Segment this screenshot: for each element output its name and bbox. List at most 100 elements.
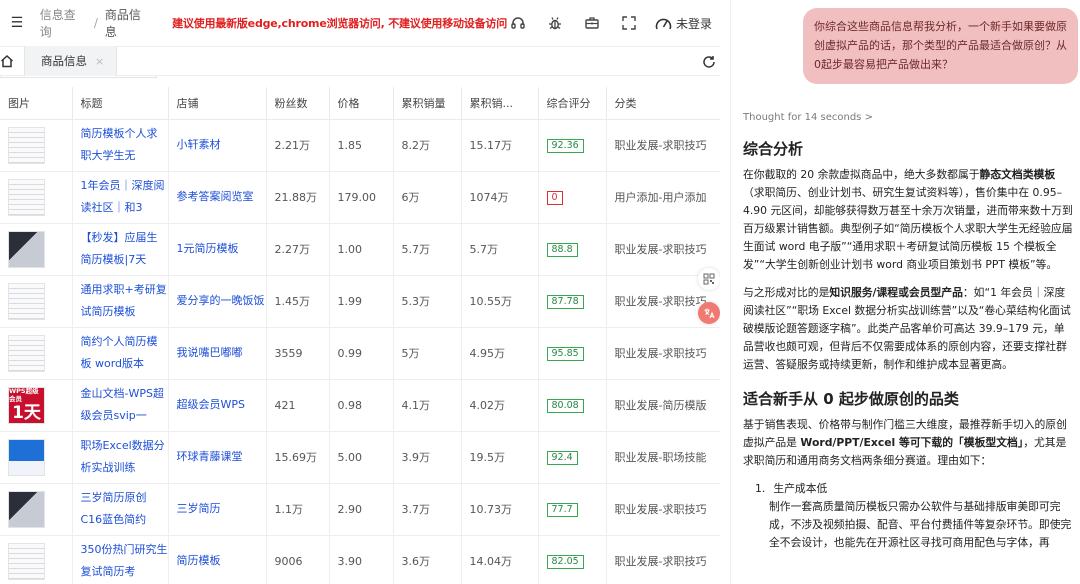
cell-category: 职业发展-求职技巧 <box>606 327 720 380</box>
cell-price: 3.90 <box>329 535 394 584</box>
menu-toggle-icon[interactable]: ☰ <box>8 15 26 31</box>
cell-title: 职场Excel数据分析实战训练 <box>72 431 169 484</box>
shop-link[interactable]: 简历模板 <box>177 550 266 572</box>
table-row[interactable]: WPS超级会员 1天 金山文档-WPS超级会员svip一 超级会员WPS 421 0.98… <box>0 379 720 432</box>
table-row[interactable]: 职场Excel数据分析实战训练 环球青藤课堂 15.69万 5.00 3.9万 19.5万… <box>0 431 720 484</box>
search-box-edge <box>0 76 157 78</box>
product-thumbnail[interactable]: WPS超级会员 1天 <box>8 386 45 424</box>
table-row[interactable]: 三岁简历原创C16蓝色简约 三岁简历 1.1万 2.90 3.7万 10.73万 77.7 职… <box>0 483 720 536</box>
cell-amount: 4.95万 <box>461 327 539 380</box>
cell-shop: 1元简历模板 <box>168 223 267 276</box>
shop-link[interactable]: 环球青藤课堂 <box>177 446 266 468</box>
cell-shop: 爱分享的一晚饭饭 <box>168 275 267 328</box>
shop-link[interactable]: 三岁简历 <box>177 498 266 520</box>
product-thumbnail[interactable] <box>8 490 45 528</box>
product-thumbnail[interactable] <box>8 334 45 372</box>
cell-amount: 19.5万 <box>461 431 539 484</box>
refresh-icon[interactable] <box>698 47 720 77</box>
breadcrumb-item-query[interactable]: 信息查询 <box>40 6 87 40</box>
product-title-link[interactable]: 通用求职+考研复试简历模板 <box>81 279 168 323</box>
cell-shop: 三岁简历 <box>168 483 267 536</box>
list-item-title: 生产成本低 <box>773 482 828 495</box>
shop-link[interactable]: 我说嘴巴嘟嘟 <box>177 342 266 364</box>
product-title-link[interactable]: 金山文档-WPS超级会员svip一 <box>81 383 168 427</box>
column-header[interactable]: 累积销... <box>461 87 539 120</box>
cell-sales: 5万 <box>393 327 462 380</box>
fullscreen-icon[interactable] <box>618 12 640 34</box>
shop-link[interactable]: 参考答案阅览室 <box>177 186 266 208</box>
cell-price: 1.00 <box>329 223 394 276</box>
briefcase-icon[interactable] <box>581 12 603 34</box>
tab-label: 商品信息 <box>41 54 87 68</box>
product-title-link[interactable]: 350份热门研究生复试简历考 <box>81 539 168 583</box>
cell-shop: 简历模板 <box>168 535 267 584</box>
column-header[interactable]: 标题 <box>72 87 169 120</box>
shop-link[interactable]: 超级会员WPS <box>177 394 266 416</box>
product-title-link[interactable]: 三岁简历原创C16蓝色简约 <box>81 487 168 531</box>
shop-link[interactable]: 小轩素材 <box>177 134 266 156</box>
column-header[interactable]: 店铺 <box>168 87 267 120</box>
home-icon[interactable] <box>0 46 18 76</box>
cell-price: 1.85 <box>329 119 394 172</box>
product-title-link[interactable]: 【秒发】应届生简历模板|7天 <box>81 227 168 271</box>
product-title-link[interactable]: 职场Excel数据分析实战训练 <box>81 435 168 479</box>
qr-code-icon[interactable] <box>698 268 720 290</box>
table-row[interactable]: 简约个人简历模板 word版本 我说嘴巴嘟嘟 3559 0.99 5万 4.95万 95.8… <box>0 327 720 380</box>
table-row[interactable]: 简历模板个人求职大学生无 小轩素材 2.21万 1.85 8.2万 15.17万 92.36… <box>0 119 720 172</box>
column-header[interactable]: 分类 <box>606 87 720 120</box>
translate-icon[interactable] <box>698 302 720 324</box>
product-thumbnail[interactable] <box>8 126 45 164</box>
product-thumbnail[interactable] <box>8 542 45 580</box>
cell-category: 职业发展-求职技巧 <box>606 535 720 584</box>
list-item: 1. 生产成本低 制作一套高质量简历模板只需办公软件与基础排版审美即可完成，不涉及… <box>755 480 1073 552</box>
cell-category: 用户添加-用户添加 <box>606 171 720 224</box>
cell-shop: 参考答案阅览室 <box>168 171 267 224</box>
column-header[interactable]: 图片 <box>0 87 73 120</box>
table-row[interactable]: 1年会员｜深度阅读社区｜和3 参考答案阅览室 21.88万 179.00 6万 1074万… <box>0 171 720 224</box>
shop-link[interactable]: 爱分享的一晚饭饭 <box>177 290 266 312</box>
table-row[interactable]: 通用求职+考研复试简历模板 爱分享的一晚饭饭 1.45万 1.99 5.3万 10.55万… <box>0 275 720 328</box>
gauge-icon <box>655 18 672 29</box>
column-header[interactable]: 粉丝数 <box>266 87 330 120</box>
cell-amount: 14.04万 <box>461 535 539 584</box>
cell-sales: 6万 <box>393 171 462 224</box>
cell-price: 1.99 <box>329 275 394 328</box>
table-header-row: 图片 标题 店铺 粉丝数 价格 累积销量 累积销... 综合评分 分类 <box>0 87 720 120</box>
cell-title: 350份热门研究生复试简历考 <box>72 535 169 584</box>
list-number: 1. <box>755 482 766 495</box>
cell-fans: 9006 <box>266 535 330 584</box>
tab-close-icon[interactable]: × <box>95 55 104 68</box>
product-title-link[interactable]: 简历模板个人求职大学生无 <box>81 123 168 167</box>
cell-amount: 10.73万 <box>461 483 539 536</box>
thought-label: Thought for 14 seconds <box>743 112 862 123</box>
table-row[interactable]: 【秒发】应届生简历模板|7天 1元简历模板 2.27万 1.00 5.7万 5.7万 88.… <box>0 223 720 276</box>
login-button[interactable]: 未登录 <box>655 15 712 32</box>
thought-toggle[interactable]: Thought for 14 seconds > <box>743 112 873 123</box>
product-thumbnail[interactable] <box>8 282 45 320</box>
table-row[interactable]: 350份热门研究生复试简历考 简历模板 9006 3.90 3.6万 14.04万 82.0… <box>0 535 720 584</box>
cell-title: 【秒发】应届生简历模板|7天 <box>72 223 169 276</box>
product-thumbnail[interactable] <box>8 438 45 476</box>
cell-amount: 15.17万 <box>461 119 539 172</box>
answer-heading-analysis: 综合分析 <box>743 140 804 158</box>
cell-sales: 3.9万 <box>393 431 462 484</box>
cell-image <box>0 171 73 224</box>
bug-icon[interactable] <box>544 12 566 34</box>
cell-sales: 5.7万 <box>393 223 462 276</box>
tab-product-info[interactable]: 商品信息 × <box>24 46 118 76</box>
column-header[interactable]: 累积销量 <box>393 87 462 120</box>
shop-link[interactable]: 1元简历模板 <box>177 238 266 260</box>
column-header[interactable]: 综合评分 <box>538 87 607 120</box>
product-thumbnail[interactable] <box>8 230 45 268</box>
cell-shop: 超级会员WPS <box>168 379 267 432</box>
cell-fans: 2.27万 <box>266 223 330 276</box>
cell-price: 179.00 <box>329 171 394 224</box>
headset-icon[interactable] <box>507 12 529 34</box>
column-header[interactable]: 价格 <box>329 87 394 120</box>
cell-image <box>0 327 73 380</box>
score-badge: 92.4 <box>546 450 578 465</box>
product-title-link[interactable]: 简约个人简历模板 word版本 <box>81 331 168 375</box>
product-thumbnail[interactable] <box>8 178 45 216</box>
cell-price: 0.99 <box>329 327 394 380</box>
product-title-link[interactable]: 1年会员｜深度阅读社区｜和3 <box>81 175 168 219</box>
